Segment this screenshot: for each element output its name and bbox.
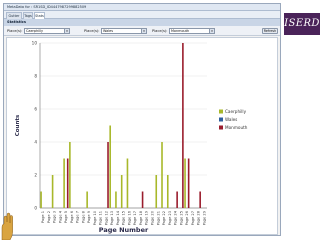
metadata-window: MetaData for : SR1SD_ID4447987299882509 … [3,3,281,236]
x-tick-label: Page 12 [104,211,108,225]
legend-swatch-caerphilly [219,109,223,114]
bar-caerphilly-23 [166,175,169,208]
chart-panel: 0 2 4 6 8 10 Page 1 Page 2 Page 3 Page 4 Page 5 Pag… [6,37,278,235]
bar-caerphilly-3 [51,175,54,208]
iserd-logo: ISERD [284,13,320,35]
filter-3-label: Place(s): [152,29,168,33]
bar-caerphilly-6 [69,142,71,208]
x-tick-label: Page 22 [162,211,166,225]
x-tick-label: Page 2 [47,211,51,223]
y-axis-title: Counts [15,114,21,136]
x-tick-label: Page 18 [139,210,143,225]
x-tick-label: Page 7 [76,211,80,223]
x-tick-label: Page 17 [133,211,137,225]
x-axis-title: Page Number [99,226,149,234]
section-title: Statistics [4,19,280,26]
tab-bar: Gutter Core Tags Stats [4,11,280,25]
x-tick-label: Page 1 [41,211,45,223]
x-tick-label: Page 21 [156,211,160,225]
x-tick-label: Page 14 [116,210,120,225]
chevron-down-icon: ▾ [141,29,146,33]
y-tick-label: 10 [32,41,38,46]
filter-1-value: Caerphilly [26,29,44,33]
y-tick-label: 8 [34,74,37,79]
y-tick-label: 0 [34,206,37,211]
bar-monmouth-25 [182,43,184,208]
bar-monmouth-24 [176,191,178,208]
filter-1-label: Place(s): [7,29,23,33]
bar-monmouth-28 [199,191,201,208]
x-tick-label: Page 19 [145,210,149,225]
bar-caerphilly-22 [161,142,163,208]
x-tick-label: Page 20 [150,210,154,225]
x-tick-label: Page 28 [197,210,201,225]
legend-label-wales: Wales [225,117,237,122]
x-tick-label: Page 27 [191,211,195,225]
x-tick-label: Page 3 [53,211,57,223]
filter-1-select[interactable]: Caerphilly ▾ [24,28,70,34]
tab-tags[interactable]: Tags [23,12,33,19]
legend-label-monmouth: Monmouth [225,125,248,130]
hand-icon [1,212,13,240]
x-tick-label: Page 8 [81,210,85,223]
chevron-down-icon: ▾ [209,29,214,33]
x-tick-label: Page 6 [70,210,74,223]
x-tick-label: Page 23 [168,211,172,225]
y-tick-label: 6 [34,107,37,112]
x-tick-label: Page 25 [179,211,183,225]
chevron-down-icon: ▾ [64,29,69,33]
legend-swatch-wales [219,117,223,122]
legend-label-caerphilly: Caerphilly [225,109,247,114]
refresh-button[interactable]: Refresh [262,28,278,34]
bar-monmouth-18 [141,191,144,208]
bar-caerphilly-15 [120,175,123,208]
y-tick-label: 4 [34,140,37,145]
bar-caerphilly-21 [155,175,158,208]
x-tick-label: Page 4 [58,210,62,223]
x-tick-label: Page 16 [127,210,131,225]
x-tick-label: Page 11 [99,211,103,225]
x-tick-label: Page 13 [110,211,114,225]
x-tick-label: Page 5 [64,211,68,223]
x-tick-label: Page 15 [122,211,126,225]
tab-gutter-core[interactable]: Gutter Core [6,12,22,25]
filter-3-select[interactable]: Monmouth ▾ [169,28,215,34]
legend-swatch-monmouth [219,125,223,130]
x-tick-label: Page 24 [174,210,178,225]
bar-caerphilly-1 [40,191,42,208]
bar-monmouth-26 [187,158,190,208]
window-title: MetaData for : SR1SD_ID4447987299882509 [4,4,280,11]
bar-monmouth-12 [107,142,109,208]
x-tick-label: Page 10 [93,210,97,225]
x-tick-label: Page 9 [87,210,91,223]
bar-caerphilly-9 [86,191,88,208]
filter-2-label: Place(s): [84,29,100,33]
filter-bar: Place(s): Caerphilly ▾ Place(s): Wales ▾… [4,26,280,36]
bar-caerphilly-16 [126,158,129,208]
filter-2-value: Wales [103,29,114,33]
x-tick-label: Page 26 [185,210,189,225]
filter-2-select[interactable]: Wales ▾ [101,28,147,34]
bar-caerphilly-13 [109,125,111,208]
bar-caerphilly-26 [184,158,186,208]
bar-caerphilly-5 [63,158,65,208]
filter-3-value: Monmouth [171,29,190,33]
y-tick-label: 2 [34,173,37,178]
bar-monmouth-5 [66,158,69,208]
bar-chart: 0246810Page 1 Page 2 Page 3 Page 4 Page 5 Pag… [15,41,248,235]
x-tick-label: Page 29 [202,210,206,225]
logo-text: ISERD [284,18,320,29]
bar-caerphilly-14 [115,191,117,208]
